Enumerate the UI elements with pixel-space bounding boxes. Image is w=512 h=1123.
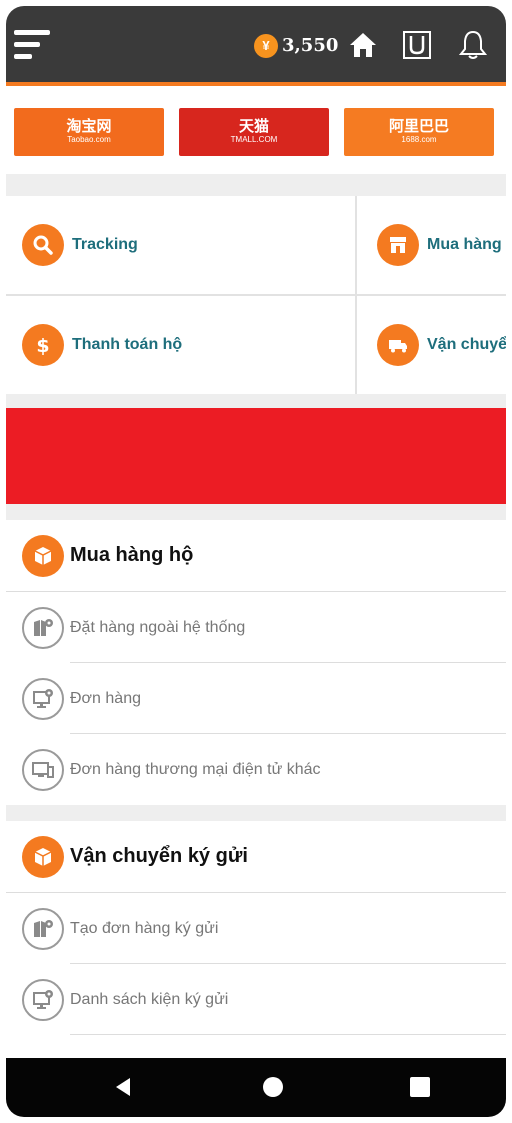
monitor-icon xyxy=(22,978,64,1021)
box-icon xyxy=(22,534,64,577)
service-label: Thanh toán hộ xyxy=(72,336,183,353)
menu-item-label: Đơn hàng thương mại điện tử khác xyxy=(70,760,321,778)
devices-icon xyxy=(22,748,64,791)
service-label: Tracking xyxy=(72,236,138,253)
section-divider xyxy=(6,394,506,408)
system-nav-bar xyxy=(6,1058,506,1117)
menu-item-don-hang[interactable]: Đơn hàng xyxy=(6,663,506,734)
tmall-banner[interactable]: 天猫 TMALL.COM xyxy=(179,108,329,156)
coin-balance: 3,550 xyxy=(282,35,339,56)
menu-item-dat-hang-ngoai[interactable]: Đặt hàng ngoài hệ thống xyxy=(6,592,506,663)
menu-item-tao-don-ky-gui[interactable]: Tạo đơn hàng ký gửi xyxy=(6,893,506,964)
banner-title: 阿里巴巴 xyxy=(388,118,449,135)
truck-icon xyxy=(377,324,419,366)
service-mua-hang-ho[interactable]: Mua hàng hộ xyxy=(377,196,506,294)
monitor-icon xyxy=(22,677,64,720)
grid-divider xyxy=(6,294,506,296)
menu-item-don-hang-tmdt-khac[interactable]: Đơn hàng thương mại điện tử khác xyxy=(6,734,506,805)
map-pin-icon xyxy=(22,907,64,950)
promo-banner[interactable] xyxy=(6,408,506,504)
menu-item-danh-sach-kien[interactable]: Danh sách kiện ký gửi xyxy=(6,964,506,1035)
section-divider xyxy=(6,174,506,196)
menu-item-label: Tạo đơn hàng ký gửi xyxy=(70,919,219,937)
section-header-van-chuyen-ky-gui: Vận chuyển ký gửi xyxy=(6,821,506,893)
home-icon[interactable] xyxy=(346,28,380,62)
bell-icon[interactable] xyxy=(456,28,490,62)
banner-subtitle: TMALL.COM xyxy=(230,135,278,144)
menu-item-label: Đặt hàng ngoài hệ thống xyxy=(70,618,246,636)
app-screen: ¥ 3,550 淘宝网 Taobao.com 天猫 TMALL.COM 阿里巴巴… xyxy=(6,6,506,1117)
taobao-banner[interactable]: 淘宝网 Taobao.com xyxy=(14,108,164,156)
search-icon xyxy=(22,224,64,266)
alibaba-banner[interactable]: 阿里巴巴 1688.com xyxy=(344,108,494,156)
service-label: Vận chuyển xyxy=(427,336,506,353)
service-tracking[interactable]: Tracking xyxy=(22,196,372,294)
banner-title: 淘宝网 xyxy=(66,118,112,135)
section-divider xyxy=(6,504,506,520)
section-divider xyxy=(6,805,506,821)
section-header-mua-hang-ho: Mua hàng hộ xyxy=(6,520,506,592)
service-van-chuyen[interactable]: Vận chuyển xyxy=(377,296,506,394)
store-icon xyxy=(377,224,419,266)
menu-item-label: Đơn hàng xyxy=(70,689,141,707)
back-icon[interactable] xyxy=(111,1075,135,1099)
service-grid: Tracking Mua hàng hộ $ Thanh toán hộ Vận… xyxy=(6,196,506,394)
svg-text:$: $ xyxy=(36,335,49,356)
menu-icon[interactable] xyxy=(14,30,50,60)
marketplace-banners: 淘宝网 Taobao.com 天猫 TMALL.COM 阿里巴巴 1688.co… xyxy=(6,90,506,174)
dollar-icon: $ xyxy=(22,324,64,366)
banner-subtitle: 1688.com xyxy=(401,135,437,144)
service-label: Mua hàng hộ xyxy=(427,236,506,253)
service-thanh-toan-ho[interactable]: $ Thanh toán hộ xyxy=(22,296,372,394)
map-pin-icon xyxy=(22,606,64,649)
section-title: Mua hàng hộ xyxy=(70,544,194,566)
section-title: Vận chuyển ký gửi xyxy=(70,845,248,867)
banner-title: 天猫 xyxy=(238,118,269,135)
home-nav-icon[interactable] xyxy=(261,1075,285,1099)
top-bar: ¥ 3,550 xyxy=(6,6,506,86)
yuan-coin-icon: ¥ xyxy=(254,34,278,58)
banner-subtitle: Taobao.com xyxy=(67,135,111,144)
row-divider xyxy=(70,1034,506,1035)
box-icon xyxy=(22,835,64,878)
recents-icon[interactable] xyxy=(408,1075,432,1099)
menu-item-label: Danh sách kiện ký gửi xyxy=(70,990,229,1008)
cart-icon[interactable] xyxy=(400,28,434,62)
